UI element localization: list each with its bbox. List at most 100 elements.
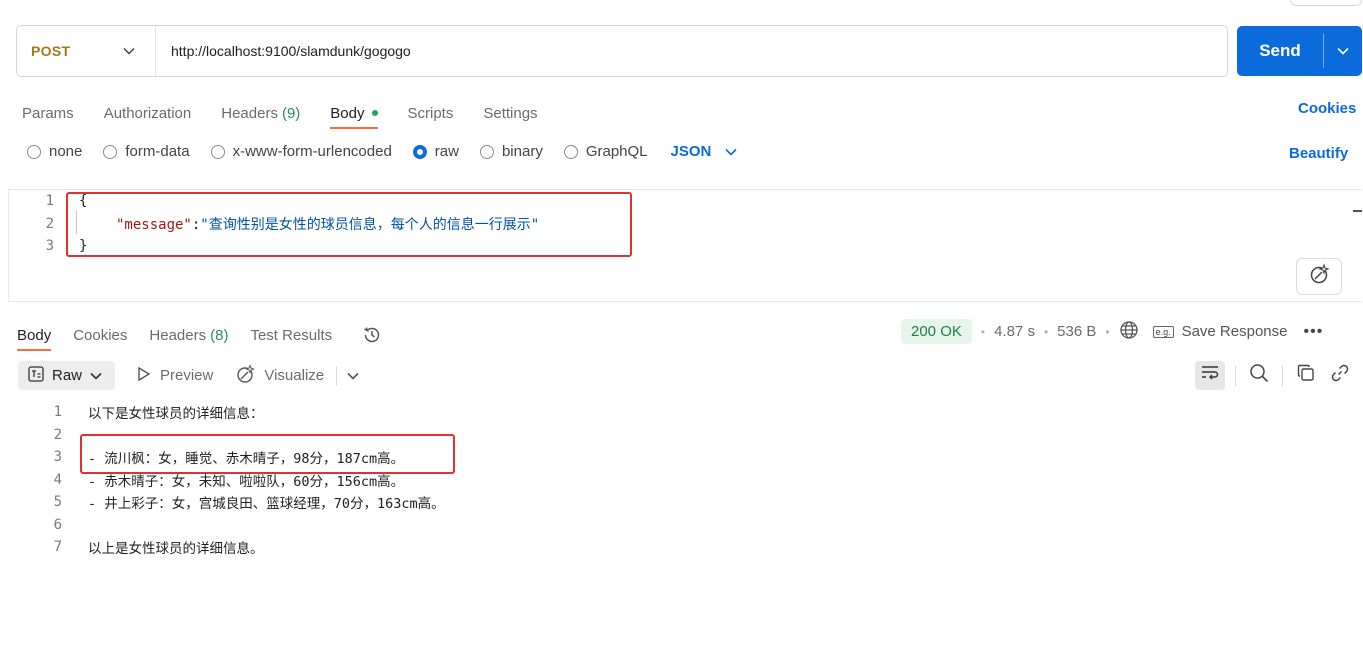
url-input[interactable]: http://localhost:9100/slamdunk/gogogo	[156, 43, 1227, 59]
status-badge[interactable]: 200 OK	[901, 319, 972, 344]
globe-icon[interactable]	[1119, 320, 1139, 344]
method-select[interactable]: POST	[17, 26, 156, 76]
cookies-link[interactable]: Cookies	[1298, 100, 1356, 117]
tab-scripts[interactable]: Scripts	[408, 98, 454, 128]
headers-count: (8)	[210, 326, 229, 344]
chevron-down-icon	[1337, 42, 1349, 60]
save-response-button[interactable]: e.g. Save Response	[1152, 323, 1287, 340]
radio-label: GraphQL	[585, 143, 648, 160]
raw-label: Raw	[52, 367, 83, 384]
response-line: 4 - 赤木晴子：女，未知、啦啦队，60分，156cm高。	[0, 469, 405, 491]
copy-icon	[1297, 364, 1315, 387]
chevron-down-icon	[123, 42, 135, 60]
radio-circle-icon	[103, 144, 118, 159]
tab-body[interactable]: Body	[330, 98, 378, 129]
line-number: 6	[53, 517, 62, 533]
visualize-label: Visualize	[264, 367, 325, 384]
example-icon: e.g.	[1152, 325, 1174, 338]
radio-circle-icon	[27, 144, 41, 159]
preview-button[interactable]: Preview	[137, 366, 213, 386]
radio-binary[interactable]: binary	[479, 143, 543, 160]
tab-response-body[interactable]: Body	[17, 320, 52, 351]
tab-authorization[interactable]: Authorization	[104, 98, 192, 128]
editor-line: 2 "message":"查询性别是女性的球员信息，每个人的信息一行展示"	[9, 213, 540, 235]
radio-graphql[interactable]: GraphQL	[563, 143, 648, 160]
highlight-box-request	[66, 192, 632, 257]
radio-none[interactable]: none	[27, 143, 82, 160]
tab-test-results[interactable]: Test Results	[250, 320, 332, 350]
highlight-box-response	[80, 434, 455, 474]
radio-label: raw	[434, 143, 459, 160]
tab-label: Headers	[221, 104, 278, 122]
tab-headers[interactable]: Headers (9)	[221, 98, 300, 128]
line-number: 4	[53, 472, 62, 488]
response-size[interactable]: 536 B	[1057, 323, 1096, 340]
tab-response-cookies[interactable]: Cookies	[73, 320, 127, 350]
tab-response-headers[interactable]: Headers (8)	[149, 320, 228, 350]
separator-dot: •	[1043, 324, 1049, 339]
radio-label: x-www-form-urlencoded	[232, 143, 392, 160]
link-button[interactable]	[1327, 363, 1353, 389]
radio-label: form-data	[125, 143, 190, 160]
chevron-down-icon	[711, 143, 737, 160]
body-type-selector: none form-data x-www-form-urlencoded raw…	[27, 143, 737, 160]
tab-label: Scripts	[407, 104, 454, 122]
visualize-button[interactable]: Visualize	[235, 363, 325, 388]
radio-label: none	[49, 143, 83, 160]
toolbar-divider	[1235, 365, 1236, 386]
radio-x-www-form-urlencoded[interactable]: x-www-form-urlencoded	[210, 143, 392, 160]
response-line: 1 以下是女性球员的详细信息：	[0, 401, 264, 423]
radio-form-data[interactable]: form-data	[103, 143, 190, 160]
search-icon	[1249, 363, 1269, 388]
response-toolbar: Raw Preview Visualize	[18, 361, 359, 390]
chevron-down-icon	[90, 367, 102, 384]
send-button[interactable]: Send	[1237, 26, 1323, 76]
line-number: 2	[53, 427, 62, 443]
response-line: 7 以上是女性球员的详细信息。	[0, 536, 264, 558]
scroll-marker	[1353, 210, 1362, 212]
send-options-button[interactable]	[1324, 26, 1362, 76]
request-tabs: Params Authorization Headers (9) Body Scr…	[22, 98, 568, 129]
response-time[interactable]: 4.87 s	[994, 323, 1035, 340]
radio-checked-icon	[412, 144, 427, 159]
top-right-panel-edge	[1290, 0, 1362, 6]
response-line: 6	[0, 514, 62, 536]
history-icon[interactable]	[362, 325, 382, 345]
response-meta: 200 OK • 4.87 s • 536 B • e.g. Save Resp…	[901, 319, 1323, 344]
radio-circle-icon	[210, 144, 225, 159]
chevron-down-icon[interactable]	[347, 372, 359, 380]
line-number: 1	[53, 404, 62, 420]
preview-label: Preview	[160, 367, 214, 384]
body-indicator-dot	[371, 110, 378, 116]
play-icon	[137, 366, 151, 386]
response-right-tools	[1195, 361, 1353, 390]
raw-format-select[interactable]: Raw	[18, 361, 115, 390]
response-text: 以下是女性球员的详细信息：	[88, 406, 264, 422]
line-number: 7	[53, 539, 62, 555]
radio-label: binary	[501, 143, 543, 160]
response-line: 3 - 流川枫：女，睡觉、赤木晴子，98分，187cm高。	[0, 446, 405, 468]
tab-settings[interactable]: Settings	[483, 98, 537, 128]
wrap-lines-button[interactable]	[1195, 361, 1225, 390]
ai-assist-button[interactable]	[1296, 258, 1342, 295]
tab-label: Params	[22, 104, 74, 122]
copy-button[interactable]	[1293, 363, 1319, 389]
format-select[interactable]: JSON	[671, 143, 738, 160]
editor-line: 3 }	[9, 235, 88, 257]
beautify-button[interactable]: Beautify	[1289, 145, 1348, 162]
response-text: 以上是女性球员的详细信息。	[88, 541, 264, 557]
line-number: 3	[53, 449, 62, 465]
toolbar-divider	[1282, 365, 1283, 386]
method-label: POST	[31, 43, 71, 59]
tab-label: Headers	[149, 326, 207, 344]
tab-label: Test Results	[250, 326, 333, 344]
line-number: 1	[45, 193, 54, 209]
search-button[interactable]	[1246, 363, 1272, 389]
radio-raw[interactable]: raw	[412, 143, 459, 160]
radio-circle-icon	[563, 144, 578, 159]
more-options-icon[interactable]: •••	[1303, 323, 1323, 341]
tab-label: Body	[330, 104, 365, 122]
visualize-icon	[235, 363, 256, 388]
tab-params[interactable]: Params	[22, 98, 74, 128]
separator-dot: •	[980, 324, 986, 339]
